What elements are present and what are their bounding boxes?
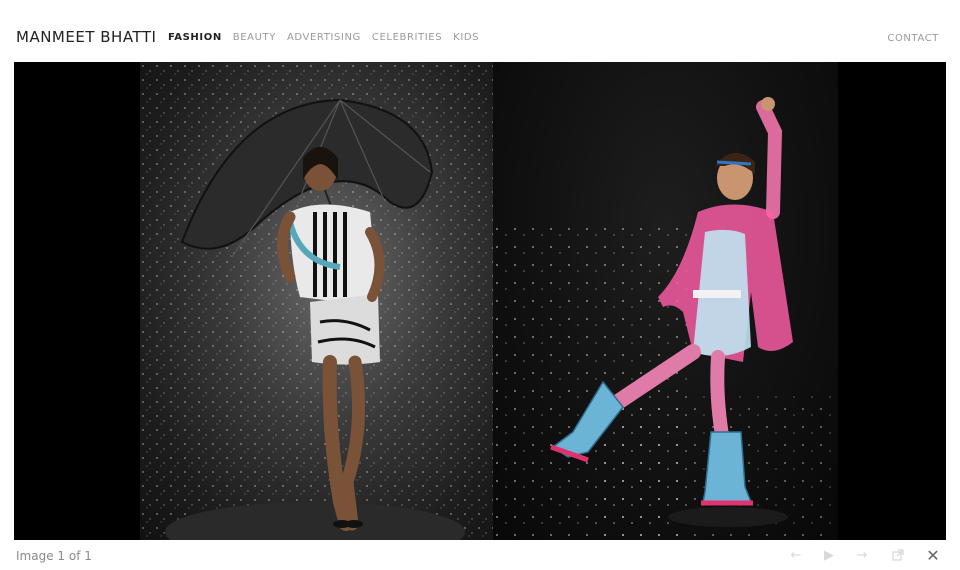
viewer-footer: Image 1 of 1 ← ▶ → ✕: [0, 540, 960, 570]
photo-umbrella-rain: [140, 62, 493, 540]
site-logo[interactable]: MANMEET BHATTI: [16, 28, 156, 46]
image-counter: Image 1 of 1: [16, 549, 92, 563]
nav-item-beauty[interactable]: BEAUTY: [233, 32, 276, 43]
popout-icon[interactable]: [889, 547, 907, 563]
photo-right-illustration: [493, 97, 838, 540]
nav-item-contact[interactable]: CONTACT: [887, 33, 939, 44]
close-icon[interactable]: ✕: [924, 546, 942, 565]
photo-left-illustration: [140, 62, 493, 540]
play-icon[interactable]: ▶: [820, 547, 838, 563]
photo-pink-raincoat: [493, 62, 838, 540]
nav-item-fashion[interactable]: FASHION: [168, 32, 222, 43]
nav-item-celebrities[interactable]: CELEBRITIES: [372, 32, 442, 43]
image-stage[interactable]: [14, 62, 946, 540]
nav-item-kids[interactable]: KIDS: [453, 32, 479, 43]
nav-item-advertising[interactable]: ADVERTISING: [287, 32, 361, 43]
site-header: MANMEET BHATTI FASHION BEAUTY ADVERTISIN…: [0, 0, 960, 62]
prev-arrow-icon[interactable]: ←: [787, 547, 805, 563]
main-nav: FASHION BEAUTY ADVERTISING CELEBRITIES K…: [168, 32, 490, 43]
next-arrow-icon[interactable]: →: [853, 547, 871, 563]
